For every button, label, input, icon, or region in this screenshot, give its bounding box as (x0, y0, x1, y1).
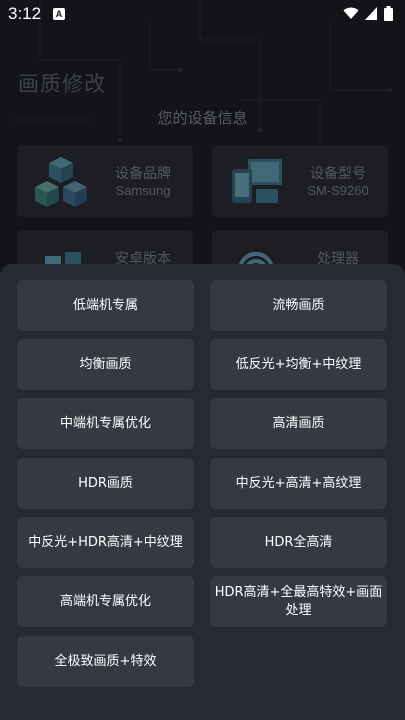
option-mid-reflect-hd-high-texture[interactable]: 中反光+高清+高纹理 (210, 458, 387, 509)
option-low-reflect-balanced-mid-texture[interactable]: 低反光+均衡+中纹理 (210, 339, 387, 390)
device-brand-value: Samsung (115, 183, 171, 198)
device-model-value: SM-S9260 (307, 183, 369, 198)
device-model-label: 设备型号 (310, 166, 366, 182)
wifi-icon (343, 7, 359, 19)
option-hdr-hd-max-effects[interactable]: HDR高清+全最高特效+画面处理 (210, 576, 387, 627)
device-brand-label: 设备品牌 (115, 166, 171, 182)
devices-icon (232, 159, 282, 203)
notification-badge-icon: A (53, 8, 65, 20)
option-balanced-quality[interactable]: 均衡画质 (17, 339, 194, 390)
status-bar: 3:12 A (0, 0, 405, 28)
option-hdr-full-hd[interactable]: HDR全高清 (210, 517, 387, 568)
quality-options-sheet: 低端机专属 流畅画质 均衡画质 低反光+均衡+中纹理 中端机专属优化 高清画质 … (0, 264, 405, 720)
page-title: 画质修改 (18, 72, 106, 96)
status-time: 3:12 (8, 4, 42, 23)
option-low-end-exclusive[interactable]: 低端机专属 (17, 280, 194, 331)
signal-icon (365, 7, 377, 20)
screen: 3:12 A 画质修改 您的设备信息 设备品牌 Samsung 设备型号 SM-… (0, 0, 405, 720)
device-model-card: 设备型号 SM-S9260 (212, 145, 388, 217)
option-high-end-optimized[interactable]: 高端机专属优化 (17, 576, 194, 627)
section-title: 您的设备信息 (157, 109, 248, 127)
battery-icon (384, 6, 393, 21)
option-mid-reflect-hdr-hd-mid-texture[interactable]: 中反光+HDR高清+中纹理 (17, 517, 194, 568)
option-hdr-quality[interactable]: HDR画质 (17, 458, 194, 509)
option-hd-quality[interactable]: 高清画质 (210, 398, 387, 449)
device-brand-card: 设备品牌 Samsung (17, 145, 193, 217)
cubes-icon (35, 157, 87, 207)
option-ultimate-quality-effects[interactable]: 全极致画质+特效 (17, 636, 194, 687)
option-mid-end-optimized[interactable]: 中端机专属优化 (17, 398, 194, 449)
status-icons (343, 6, 393, 21)
option-smooth-quality[interactable]: 流畅画质 (210, 280, 387, 331)
